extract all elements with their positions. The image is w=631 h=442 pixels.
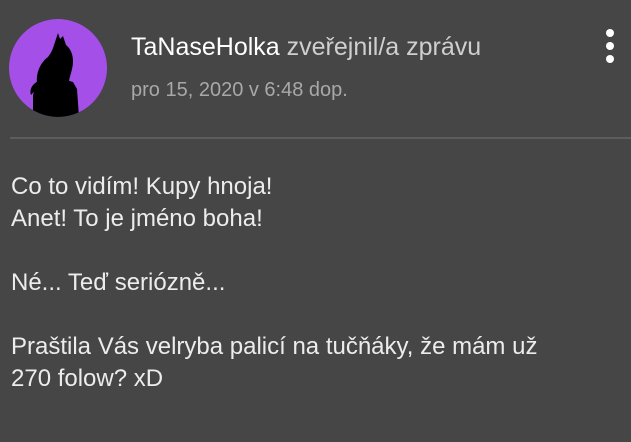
message-body: Co to vidím! Kupy hnoja! Anet! To je jmé… xyxy=(11,171,629,395)
more-options-button[interactable] xyxy=(596,24,626,68)
message-post: TaNaseHolka zveřejnil/a zprávu pro 15, 2… xyxy=(0,0,631,442)
message-paragraph: Co to vidím! Kupy hnoja! Anet! To je jmé… xyxy=(11,171,629,235)
message-paragraph: Né... Teď seriózně... xyxy=(11,267,629,299)
message-line: Co to vidím! Kupy hnoja! xyxy=(11,173,273,200)
message-line: Né... Teď seriózně... xyxy=(11,269,226,296)
message-line: Praštila Vás velryba palicí na tučňáky, … xyxy=(11,333,538,360)
message-paragraph: Praštila Vás velryba palicí na tučňáky, … xyxy=(11,331,629,395)
message-line: 270 folow? xD xyxy=(11,365,164,392)
divider xyxy=(10,137,631,139)
author-action: zveřejnil/a zprávu xyxy=(286,33,482,61)
post-header: TaNaseHolka zveřejnil/a zprávu xyxy=(131,32,481,62)
wolf-silhouette-icon xyxy=(30,33,79,117)
message-line: Anet! To je jméno boha! xyxy=(11,205,263,232)
author-avatar[interactable] xyxy=(9,19,107,117)
author-name[interactable]: TaNaseHolka xyxy=(131,33,280,61)
post-timestamp: pro 15, 2020 v 6:48 dop. xyxy=(131,79,348,101)
